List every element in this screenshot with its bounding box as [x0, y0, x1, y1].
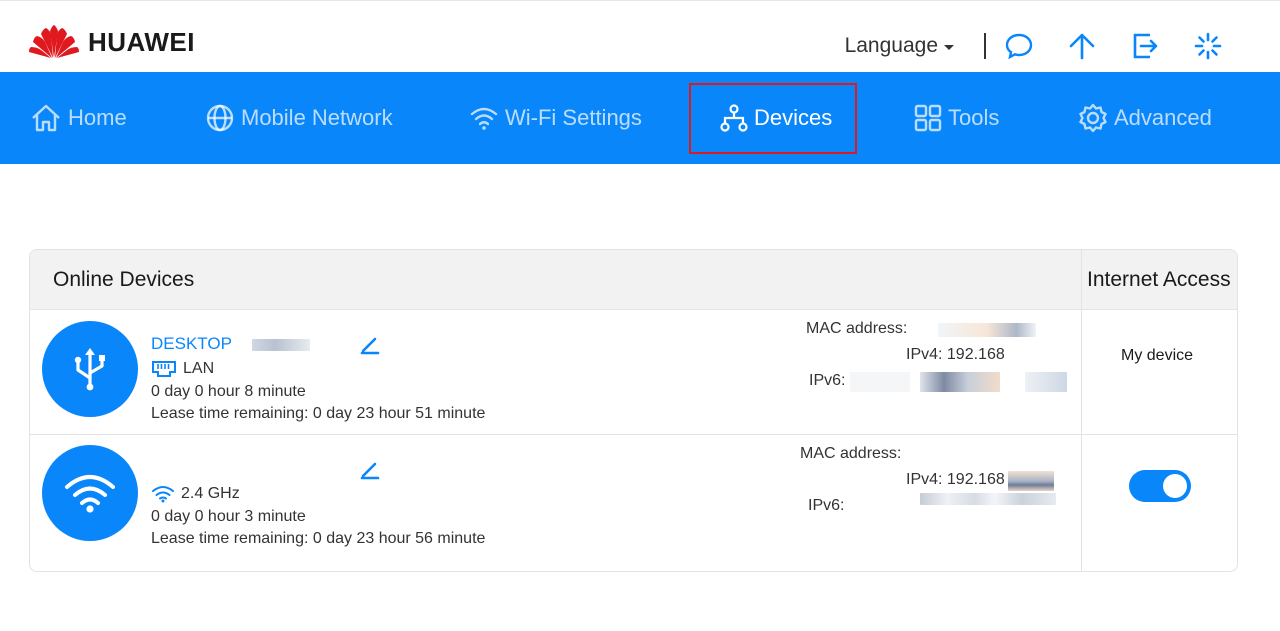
nav-tools-label: Tools [948, 105, 1000, 130]
gear-icon [1079, 103, 1107, 133]
nav-mobile-network-label: Mobile Network [241, 105, 393, 130]
internet-access-header: Internet Access [1087, 268, 1231, 291]
ipv4-address: IPv4: 192.168 [906, 346, 1005, 363]
usb-icon [74, 348, 105, 391]
ipv6-label: IPv6: [809, 372, 846, 389]
card-header: Online Devices Internet Access [30, 250, 1237, 310]
globe-icon [206, 104, 234, 132]
chevron-down-icon [944, 44, 954, 50]
lease-remaining: Lease time remaining: 0 day 23 hour 56 m… [151, 530, 486, 547]
nav-advanced[interactable]: Advanced [1078, 72, 1212, 164]
nav-home[interactable]: Home [30, 72, 127, 164]
network-tree-icon [720, 104, 748, 132]
edit-name-icon[interactable] [358, 457, 382, 481]
toggle-knob [1163, 474, 1187, 498]
device-avatar [42, 321, 138, 417]
wifi-small-icon [152, 486, 174, 503]
redacted-mac [938, 323, 1036, 337]
nav-wifi-settings[interactable]: Wi-Fi Settings [469, 72, 642, 164]
online-devices-card: Online Devices Internet Access DESKTOP L [29, 249, 1238, 572]
huawei-logo: HUAWEI [28, 25, 195, 59]
upload-arrow-icon[interactable] [1067, 31, 1097, 61]
connection-label: 2.4 GHz [181, 485, 240, 502]
device-name[interactable]: DESKTOP [151, 334, 232, 354]
wifi-icon [65, 475, 115, 513]
redacted-ipv6 [920, 372, 1000, 392]
ipv6-label: IPv6: [808, 497, 845, 514]
mac-address-label: MAC address: [800, 445, 902, 462]
internet-access-toggle[interactable] [1129, 470, 1191, 502]
device-row: DESKTOP LAN 0 day 0 hour 8 minute Lease … [30, 310, 1237, 435]
redacted-ip [1008, 471, 1054, 491]
nav-devices-label: Devices [754, 105, 833, 130]
device-row: 2.4 GHz 0 day 0 hour 3 minute Lease time… [30, 435, 1237, 571]
card-title: Online Devices [53, 268, 195, 291]
chat-icon[interactable] [1004, 31, 1034, 61]
nav-advanced-label: Advanced [1114, 105, 1212, 130]
logout-icon[interactable] [1130, 31, 1160, 61]
edit-name-icon[interactable] [358, 332, 382, 356]
redacted-ipv6 [920, 493, 1056, 505]
ipv4-address: IPv4: 192.168 [906, 471, 1005, 488]
redacted-ipv6 [1025, 372, 1067, 392]
device-avatar [42, 445, 138, 541]
wifi-icon [470, 107, 498, 130]
online-duration: 0 day 0 hour 3 minute [151, 508, 306, 525]
connection-type: LAN [151, 360, 214, 378]
header-toolbar: Language [845, 31, 1280, 61]
redacted-name [252, 339, 310, 351]
top-header: HUAWEI Language [0, 0, 1280, 72]
my-device-label: My device [1121, 347, 1194, 364]
redacted-ipv6 [850, 372, 910, 392]
huawei-petal-icon [29, 25, 79, 58]
connection-type: 2.4 GHz [151, 485, 240, 503]
online-duration: 0 day 0 hour 8 minute [151, 383, 306, 400]
toolbar-divider [984, 33, 986, 59]
nav-wifi-settings-label: Wi-Fi Settings [505, 105, 642, 130]
brand-name: HUAWEI [88, 26, 195, 57]
loading-spinner-icon[interactable] [1193, 31, 1223, 61]
nav-tools[interactable]: Tools [914, 72, 999, 164]
home-icon [32, 104, 60, 132]
ethernet-icon [152, 361, 176, 377]
language-dropdown[interactable]: Language [845, 34, 954, 58]
main-nav: Home Mobile Network Wi-Fi Settings Devic… [0, 72, 1280, 164]
nav-mobile-network[interactable]: Mobile Network [205, 72, 393, 164]
mac-address-label: MAC address: [806, 320, 908, 337]
language-label: Language [844, 34, 938, 57]
connection-label: LAN [183, 360, 215, 377]
nav-devices[interactable]: Devices [720, 72, 832, 164]
grid-icon [914, 104, 942, 132]
lease-remaining: Lease time remaining: 0 day 23 hour 51 m… [151, 405, 486, 422]
nav-home-label: Home [68, 105, 127, 130]
